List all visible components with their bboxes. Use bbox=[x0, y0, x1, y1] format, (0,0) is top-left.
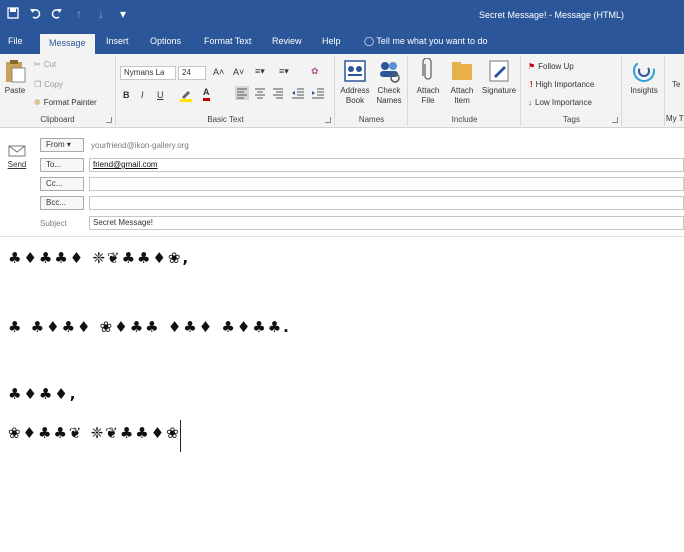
header-divider bbox=[0, 236, 684, 237]
exclamation-icon: ! bbox=[530, 80, 533, 89]
to-field[interactable]: friend@gmail.com bbox=[89, 158, 684, 172]
down-arrow-icon: ↓ bbox=[528, 98, 532, 107]
window-title: Secret Message! - Message (HTML) bbox=[478, 10, 624, 20]
ribbon-tabs: File Message Insert Options Format Text … bbox=[0, 30, 684, 54]
cut-off-button[interactable]: Te bbox=[672, 80, 680, 89]
include-label: Include bbox=[451, 115, 478, 124]
font-size-box[interactable]: 24 bbox=[178, 66, 206, 80]
from-button[interactable]: From ▾ bbox=[40, 138, 84, 152]
low-importance-button[interactable]: ↓ Low Importance bbox=[528, 98, 592, 107]
body-line-2[interactable]: ♣ ♣♦♣♦ ❀♦♣♣ ♦♣♦ ♣♦♣♣. bbox=[8, 318, 291, 336]
down-arrow-icon[interactable]: ↓ bbox=[94, 7, 108, 21]
highlight-icon[interactable] bbox=[179, 88, 193, 104]
numbering-icon[interactable]: ≡▾ bbox=[279, 66, 289, 77]
attach-item-icon bbox=[452, 62, 472, 80]
increase-indent-icon[interactable] bbox=[311, 86, 325, 102]
copy-icon: ❐ bbox=[34, 80, 42, 89]
signature-icon bbox=[489, 60, 509, 82]
align-right-icon[interactable] bbox=[271, 86, 285, 102]
redo-icon[interactable] bbox=[50, 7, 64, 21]
ribbon: Paste ✂ Cut ❐ Copy ❁ Format Painter Clip… bbox=[0, 54, 684, 128]
subject-field[interactable]: Secret Message! bbox=[89, 216, 684, 230]
tab-insert[interactable]: Insert bbox=[106, 36, 129, 46]
undo-icon[interactable] bbox=[28, 7, 42, 21]
bcc-field[interactable] bbox=[89, 196, 684, 210]
tab-format-text[interactable]: Format Text bbox=[204, 36, 251, 46]
from-value: yourfriend@ikon-gallery.org bbox=[91, 141, 189, 150]
body-line-1[interactable]: ♣♦♣♣♦ ❈❦♣♣♦❀, bbox=[8, 249, 190, 267]
high-importance-button[interactable]: ! High Importance bbox=[530, 80, 594, 89]
insights-button[interactable]: Insights bbox=[625, 58, 663, 96]
subject-label: Subject bbox=[40, 219, 67, 228]
cut-button[interactable]: ✂ Cut bbox=[34, 60, 56, 69]
check-names-button[interactable]: Check Names bbox=[372, 58, 406, 106]
body-line-3[interactable]: ♣♦♣♦, bbox=[8, 385, 78, 403]
paste-button[interactable]: Paste bbox=[2, 58, 28, 96]
format-painter-button[interactable]: ❁ Format Painter bbox=[34, 98, 97, 107]
bcc-button[interactable]: Bcc... bbox=[40, 196, 84, 210]
send-button[interactable]: Send bbox=[2, 139, 32, 189]
italic-button[interactable]: I bbox=[141, 90, 144, 100]
paste-icon bbox=[6, 60, 26, 83]
align-center-icon[interactable] bbox=[253, 86, 267, 102]
align-left-icon[interactable] bbox=[235, 86, 249, 102]
tags-group: ⚑ Follow Up ! High Importance ↓ Low Impo… bbox=[522, 56, 622, 126]
check-names-icon bbox=[380, 62, 400, 83]
text-cursor bbox=[180, 420, 181, 452]
send-icon bbox=[8, 145, 26, 157]
tab-message[interactable]: Message bbox=[40, 34, 95, 54]
clipboard-label: Clipboard bbox=[40, 115, 75, 124]
tags-launcher-icon[interactable] bbox=[612, 117, 618, 123]
address-book-button[interactable]: Address Book bbox=[338, 58, 372, 106]
names-label: Names bbox=[358, 115, 385, 124]
follow-up-button[interactable]: ⚑ Follow Up bbox=[528, 62, 574, 71]
bold-button[interactable]: B bbox=[123, 90, 130, 100]
scissors-icon: ✂ bbox=[34, 60, 41, 69]
cc-field[interactable] bbox=[89, 177, 684, 191]
tab-file[interactable]: File bbox=[8, 36, 23, 46]
paperclip-icon bbox=[422, 58, 432, 80]
up-arrow-icon[interactable]: ↑ bbox=[72, 7, 86, 21]
include-group: Attach File Attach Item Signature Includ… bbox=[409, 56, 521, 126]
quick-access-toolbar: ↑ ↓ ▾ bbox=[6, 7, 130, 21]
save-icon[interactable] bbox=[6, 7, 20, 21]
flag-icon: ⚑ bbox=[528, 62, 536, 71]
names-group: Address Book Check Names Names bbox=[336, 56, 408, 126]
copy-button[interactable]: ❐ Copy bbox=[34, 80, 63, 89]
basic-text-label: Basic Text bbox=[207, 115, 244, 124]
clipboard-group: Paste ✂ Cut ❐ Copy ❁ Format Painter Clip… bbox=[0, 56, 116, 126]
font-color-button[interactable]: A bbox=[203, 87, 210, 101]
attach-file-button[interactable]: Attach File bbox=[411, 58, 445, 106]
tab-review[interactable]: Review bbox=[272, 36, 302, 46]
clipboard-launcher-icon[interactable] bbox=[106, 117, 112, 123]
tags-label: Tags bbox=[563, 115, 580, 124]
tab-help[interactable]: Help bbox=[322, 36, 341, 46]
address-book-icon bbox=[344, 60, 366, 82]
tell-me-search[interactable]: ◯ Tell me what you want to do bbox=[364, 36, 487, 47]
customize-icon[interactable]: ▾ bbox=[116, 7, 130, 21]
basic-text-launcher-icon[interactable] bbox=[325, 117, 331, 123]
insights-icon bbox=[633, 60, 655, 82]
basic-text-group: Nymans La 24 A˄ A˅ ≡▾ ≡▾ ✿ B I U A Basic… bbox=[117, 56, 335, 126]
chevron-down-icon: ▾ bbox=[66, 140, 71, 149]
lightbulb-icon: ◯ bbox=[364, 36, 375, 46]
clear-formatting-icon[interactable]: ✿ bbox=[311, 66, 319, 77]
attach-item-button[interactable]: Attach Item bbox=[445, 58, 479, 106]
brush-icon: ❁ bbox=[34, 98, 41, 107]
grow-font-button[interactable]: A˄ bbox=[213, 67, 224, 77]
cc-button[interactable]: Cc... bbox=[40, 177, 84, 191]
underline-button[interactable]: U bbox=[157, 90, 164, 100]
bullets-icon[interactable]: ≡▾ bbox=[255, 66, 265, 77]
body-line-4[interactable]: ❀♦♣♣❦ ❈❦♣♣♦❀ bbox=[8, 424, 181, 442]
signature-button[interactable]: Signature bbox=[479, 58, 519, 96]
tab-options[interactable]: Options bbox=[150, 36, 181, 46]
decrease-indent-icon[interactable] bbox=[291, 86, 305, 102]
insights-group: Insights bbox=[623, 56, 665, 126]
font-name-box[interactable]: Nymans La bbox=[120, 66, 176, 80]
to-button[interactable]: To... bbox=[40, 158, 84, 172]
shrink-font-button[interactable]: A˅ bbox=[233, 67, 244, 77]
cut-off-group-label: My T bbox=[666, 114, 684, 123]
title-bar: ↑ ↓ ▾ Secret Message! - Message (HTML) bbox=[0, 0, 684, 30]
